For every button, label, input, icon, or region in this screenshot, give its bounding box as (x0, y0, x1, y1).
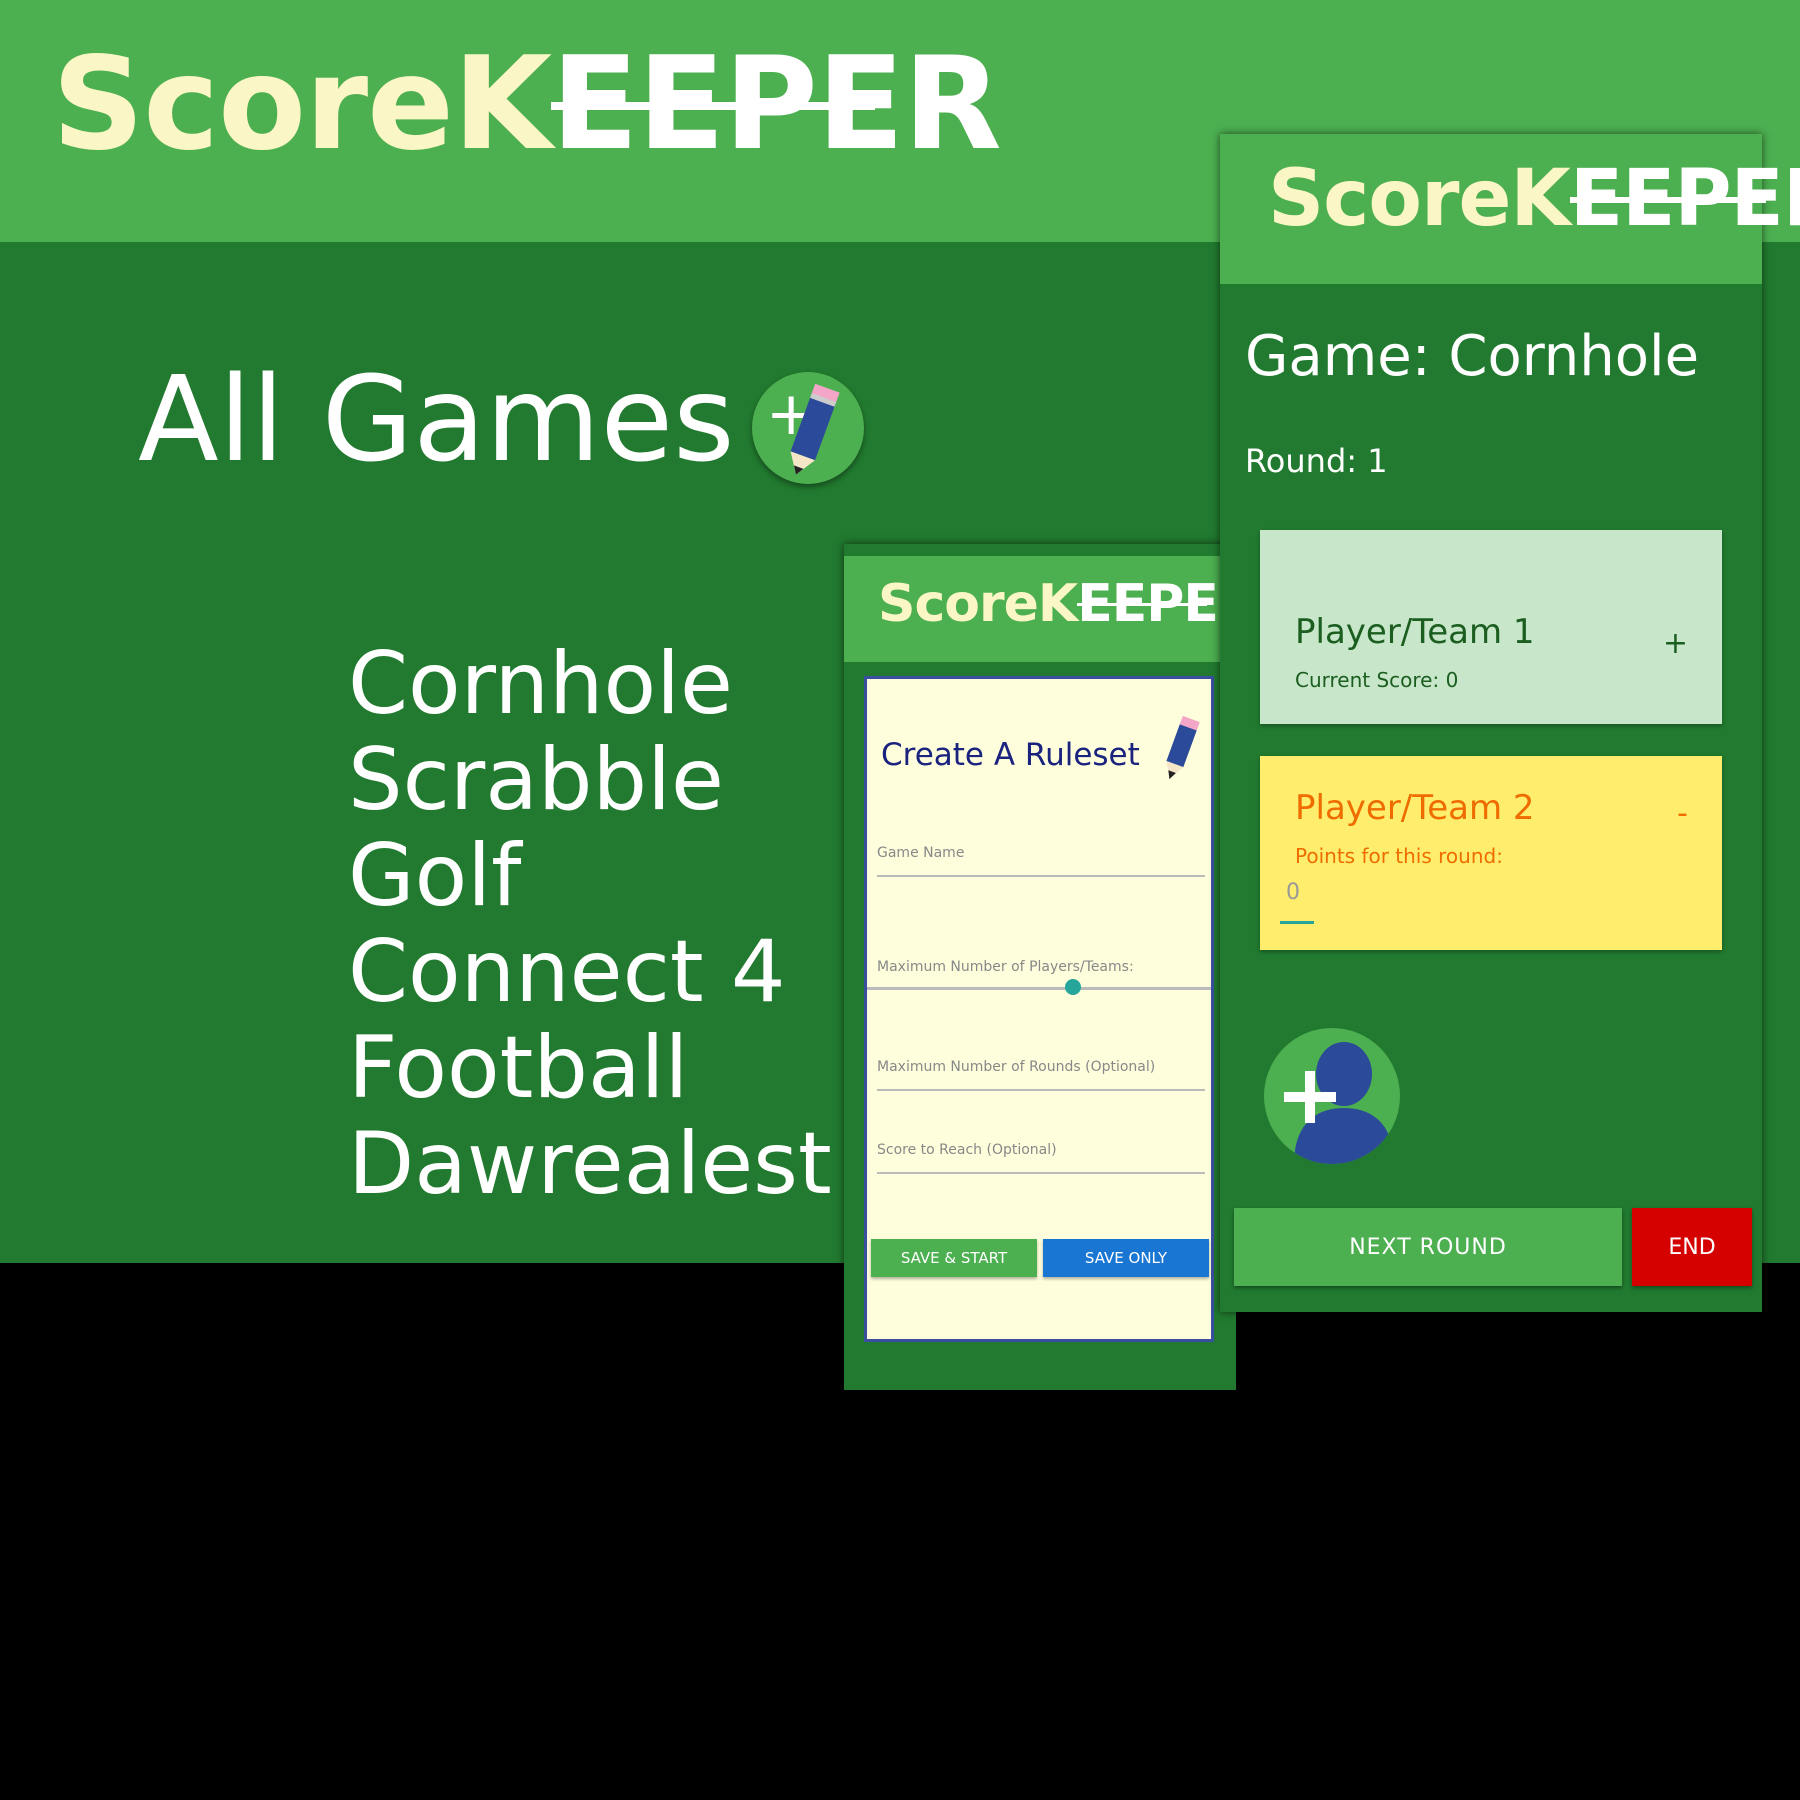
game-title: Game: Cornhole (1245, 324, 1700, 389)
list-item[interactable]: Dawrealest (348, 1116, 832, 1212)
max-rounds-label: Maximum Number of Rounds (Optional) (877, 1059, 1156, 1075)
list-item[interactable]: Scrabble (348, 732, 832, 828)
player-card-2[interactable]: Player/Team 2 Points for this round: - (1260, 756, 1722, 950)
game-name-label: Game Name (877, 845, 965, 861)
player-name: Player/Team 2 (1295, 788, 1535, 828)
app-logo: ScoreKEEPER (1268, 154, 1800, 244)
app-logo: ScoreKEEPER (52, 30, 1002, 179)
round-indicator: Round: 1 (1245, 442, 1388, 480)
list-item[interactable]: Golf (348, 828, 832, 924)
end-button[interactable]: END (1632, 1208, 1752, 1286)
list-item[interactable]: Connect 4 (348, 924, 832, 1020)
list-item[interactable]: Football (348, 1020, 832, 1116)
points-input[interactable] (1280, 864, 1314, 924)
page-title: All Games (138, 350, 735, 488)
player-card-1[interactable]: Player/Team 1 Current Score: 0 + (1260, 530, 1722, 724)
save-only-button[interactable]: SAVE ONLY (1043, 1239, 1209, 1277)
current-score: Current Score: 0 (1295, 668, 1459, 692)
slider-thumb[interactable] (1065, 979, 1082, 995)
collapse-toggle[interactable]: - (1677, 796, 1688, 831)
pencil-icon (790, 383, 840, 475)
expand-toggle[interactable]: + (1663, 626, 1688, 661)
score-to-reach-field[interactable] (877, 1172, 1205, 1174)
max-rounds-field[interactable] (877, 1089, 1205, 1091)
game-header: ScoreKEEPER (1220, 134, 1800, 284)
game-screen: ScoreKEEPER Game: Cornhole Round: 1 Play… (1220, 134, 1800, 1312)
app-logo: ScoreKEEPER (878, 574, 1258, 634)
game-name-field[interactable] (877, 875, 1205, 877)
next-round-button[interactable]: NEXT ROUND (1234, 1208, 1622, 1286)
games-list: Cornhole Scrabble Golf Connect 4 Footbal… (348, 636, 832, 1212)
ruleset-screen: ScoreKEEPER Create A Ruleset Game Name M… (844, 544, 1258, 1390)
max-players-label: Maximum Number of Players/Teams: (877, 959, 1134, 975)
list-item[interactable]: Cornhole (348, 636, 832, 732)
score-to-reach-label: Score to Reach (Optional) (877, 1142, 1057, 1158)
points-label: Points for this round: (1295, 844, 1503, 868)
save-start-button[interactable]: SAVE & START (871, 1239, 1037, 1277)
add-player-button[interactable] (1264, 1028, 1400, 1164)
ruleset-form: Create A Ruleset Game Name Maximum Numbe… (864, 676, 1214, 1342)
form-title: Create A Ruleset (881, 737, 1140, 773)
add-person-icon (1284, 1042, 1394, 1164)
max-players-slider[interactable] (867, 987, 1211, 990)
add-game-button[interactable]: + (752, 372, 864, 484)
ruleset-header: ScoreKEEPER (844, 556, 1258, 662)
player-name: Player/Team 1 (1295, 612, 1535, 652)
pencil-icon (1166, 715, 1200, 780)
